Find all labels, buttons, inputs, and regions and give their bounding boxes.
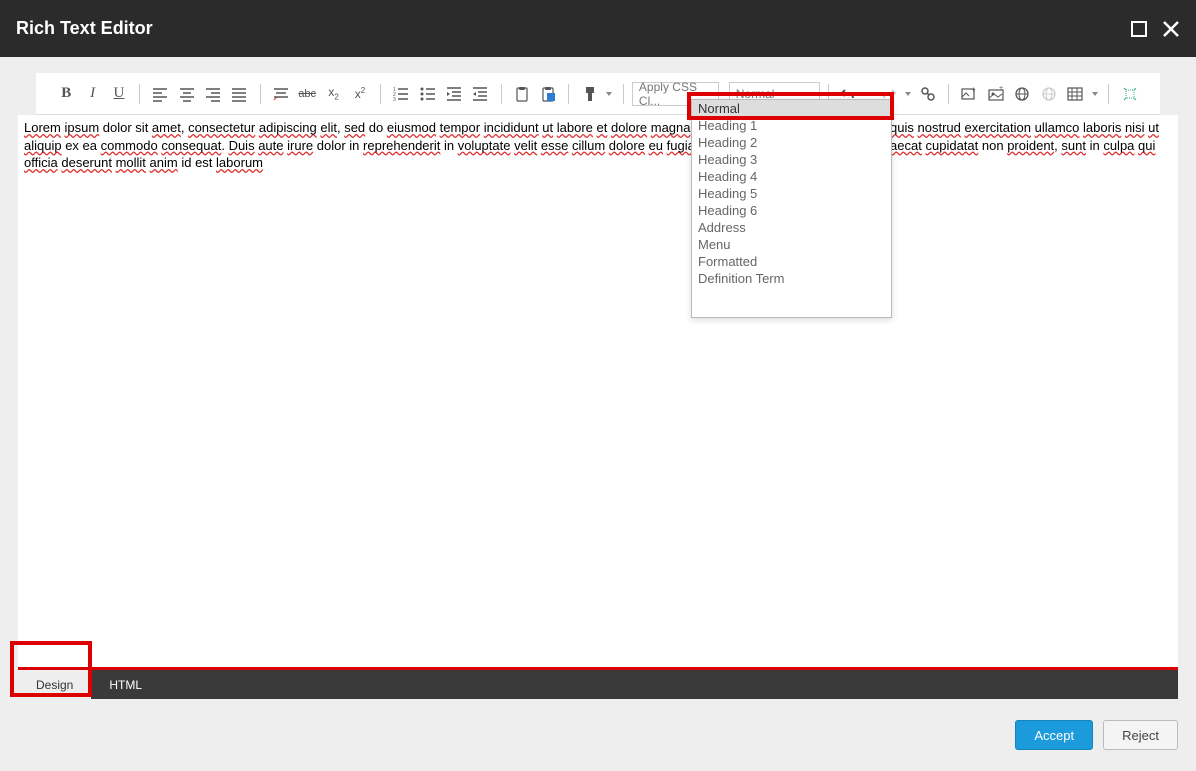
separator [568, 84, 569, 104]
accept-button[interactable]: Accept [1015, 720, 1093, 750]
indent-button[interactable] [442, 81, 466, 107]
tab-design[interactable]: Design [18, 670, 91, 699]
align-justify-button[interactable] [227, 81, 251, 107]
format-painter-button[interactable] [577, 81, 601, 107]
dropdown-item[interactable]: Heading 2 [692, 134, 891, 151]
dropdown-item[interactable]: Address [692, 219, 891, 236]
paste-button[interactable] [510, 81, 534, 107]
align-right-button[interactable] [201, 81, 225, 107]
find-replace-button[interactable] [916, 81, 940, 107]
underline-button[interactable]: U [107, 81, 131, 107]
dropdown-item[interactable]: Heading 5 [692, 185, 891, 202]
superscript-button[interactable]: x2 [348, 81, 372, 107]
dropdown-item[interactable]: Normal [692, 100, 891, 117]
align-center-button[interactable] [175, 81, 199, 107]
separator [501, 84, 502, 104]
separator [1108, 84, 1109, 104]
dropdown-item[interactable]: Heading 3 [692, 151, 891, 168]
bold-button[interactable]: B [54, 81, 78, 107]
paste-word-button[interactable] [536, 81, 560, 107]
outdent-button[interactable] [468, 81, 492, 107]
separator [623, 84, 624, 104]
media-library-button[interactable]: + [957, 81, 981, 107]
dropdown-item[interactable]: Formatted [692, 253, 891, 270]
close-button[interactable] [1162, 20, 1180, 38]
remove-link-button[interactable] [1036, 81, 1060, 107]
reject-button[interactable]: Reject [1103, 720, 1178, 750]
editor-mode-tabs: Design HTML [18, 667, 1178, 699]
redo-caret[interactable] [903, 81, 914, 107]
separator [380, 84, 381, 104]
strikethrough-button[interactable]: abc [295, 81, 319, 107]
tab-html[interactable]: HTML [91, 670, 160, 699]
insert-media-button[interactable]: + [984, 81, 1008, 107]
separator [260, 84, 261, 104]
separator [948, 84, 949, 104]
bullet-list-button[interactable] [416, 81, 440, 107]
separator [139, 84, 140, 104]
window-controls [1130, 20, 1180, 38]
remove-format-button[interactable] [269, 81, 293, 107]
insert-link-button[interactable] [1010, 81, 1034, 107]
svg-text:3: 3 [393, 97, 396, 102]
dropdown-item[interactable]: Heading 6 [692, 202, 891, 219]
paragraph-format-dropdown: NormalHeading 1Heading 2Heading 3Heading… [691, 99, 892, 318]
dropdown-item[interactable]: Heading 1 [692, 117, 891, 134]
titlebar: Rich Text Editor [0, 0, 1196, 57]
dialog-footer: Accept Reject [0, 699, 1196, 771]
svg-text:+: + [971, 86, 976, 94]
dropdown-item[interactable]: Menu [692, 236, 891, 253]
table-caret[interactable] [1089, 81, 1100, 107]
toolbar: B I U abc x2 x2 123 Apply CSS Cl... Norm… [36, 73, 1160, 115]
insert-table-button[interactable] [1063, 81, 1087, 107]
dropdown-item[interactable]: Definition Term [692, 270, 891, 287]
align-left-button[interactable] [148, 81, 172, 107]
italic-button[interactable]: I [80, 81, 104, 107]
numbered-list-button[interactable]: 123 [389, 81, 413, 107]
fit-button[interactable] [1117, 81, 1141, 107]
dropdown-item[interactable]: Heading 4 [692, 168, 891, 185]
subscript-button[interactable]: x2 [321, 81, 345, 107]
window-title: Rich Text Editor [16, 18, 153, 39]
format-painter-caret[interactable] [604, 81, 615, 107]
svg-text:+: + [999, 86, 1003, 92]
maximize-button[interactable] [1130, 20, 1148, 38]
editor-content[interactable]: Lorem ipsum dolor sit amet, consectetur … [18, 115, 1178, 667]
